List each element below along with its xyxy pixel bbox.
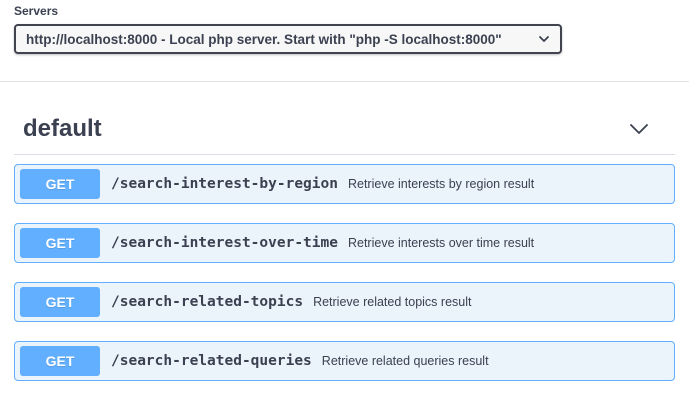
server-select[interactable]: http://localhost:8000 - Local php server…: [14, 24, 562, 54]
swagger-page: Servers http://localhost:8000 - Local ph…: [0, 0, 689, 406]
section-title: default: [23, 115, 102, 142]
divider: [0, 81, 689, 82]
operation-row[interactable]: GET /search-interest-over-time Retrieve …: [14, 223, 675, 263]
servers-section: Servers http://localhost:8000 - Local ph…: [14, 4, 562, 54]
chevron-down-icon[interactable]: [628, 118, 650, 140]
operation-path: /search-related-queries: [111, 353, 312, 369]
operation-row[interactable]: GET /search-related-topics Retrieve rela…: [14, 282, 675, 322]
operation-row[interactable]: GET /search-interest-by-region Retrieve …: [14, 164, 675, 204]
operation-summary: Retrieve interests by region result: [347, 177, 535, 191]
operation-path: /search-interest-by-region: [111, 176, 338, 192]
operation-path: /search-interest-over-time: [111, 235, 338, 251]
operation-summary: Retrieve related queries result: [321, 354, 489, 368]
method-badge-get: GET: [20, 169, 100, 199]
operation-row[interactable]: GET /search-related-queries Retrieve rel…: [14, 341, 675, 381]
server-select-value: http://localhost:8000 - Local php server…: [26, 31, 502, 47]
operation-summary: Retrieve interests over time result: [347, 236, 535, 250]
method-badge-get: GET: [20, 346, 100, 376]
chevron-down-icon: [539, 36, 549, 42]
operation-summary: Retrieve related topics result: [313, 295, 472, 309]
section-header-default[interactable]: default: [14, 104, 675, 154]
method-badge-get: GET: [20, 228, 100, 258]
servers-label: Servers: [14, 4, 59, 18]
method-badge-get: GET: [20, 287, 100, 317]
section-divider: [14, 154, 675, 155]
operation-path: /search-related-topics: [111, 294, 304, 310]
